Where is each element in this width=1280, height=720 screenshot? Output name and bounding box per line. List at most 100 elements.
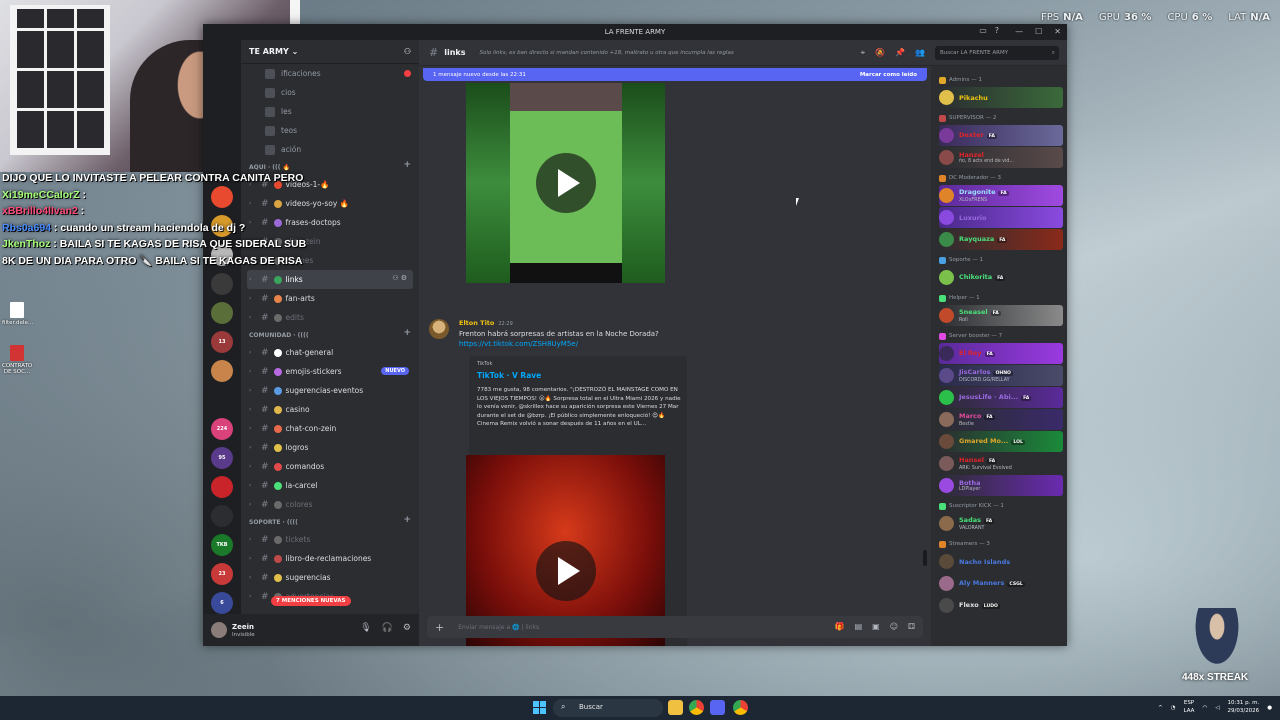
member-item[interactable]: Sadas FA VALORANT [939,513,1063,534]
channel-comandos[interactable]: › # comandos [247,457,413,476]
server-header[interactable]: TE ARMY ⌄ ⚇ [241,40,419,64]
channel-edits[interactable]: › # edits [247,308,413,327]
minimize-button[interactable]: — [1015,27,1023,36]
add-channel-icon[interactable]: + [403,328,411,338]
member-item[interactable]: Luxurio [939,207,1063,228]
member-item[interactable]: Hanzel ño, 8 acts end de vid... [939,147,1063,168]
server-icon[interactable]: 95 [211,447,233,469]
sidebar-item[interactable]: ificaciones [241,64,419,83]
channel-libro-de-reclamaciones[interactable]: › # libro-de-reclamaciones [247,549,413,568]
search-input[interactable]: Buscar LA FRENTE ARMY ⌕ [935,45,1059,60]
member-item[interactable]: El Rey FA [939,343,1063,364]
members-icon[interactable]: 👥 [915,48,925,58]
embed-title[interactable]: TikTok · V Rave [477,371,541,380]
chevron-up-icon[interactable]: ^ [1158,705,1163,711]
channel-links[interactable]: › # links ⚇ ⚙ [247,270,413,289]
inbox-icon[interactable]: ▭ [979,26,987,35]
channel-casino[interactable]: › # casino [247,400,413,419]
sticker-icon[interactable]: ▣ [872,622,880,631]
desktop-pdf-icon[interactable]: CONTRATO DE SOC... [2,345,32,375]
member-item[interactable]: Flexo LUDO [939,595,1063,616]
microphone-icon[interactable]: 🎙 [360,623,371,633]
server-icon[interactable] [211,389,233,411]
volume-icon[interactable]: ◁ [1215,705,1219,711]
add-attachment-icon[interactable]: + [435,621,444,634]
server-icon[interactable]: 13 [211,331,233,353]
sidebar-item[interactable]: ación [241,140,419,159]
apps-icon[interactable]: ⚃ [908,622,915,631]
server-icon[interactable] [211,505,233,527]
server-icon[interactable] [211,302,233,324]
member-item[interactable]: Dexter FA [939,125,1063,146]
channel-chat-general[interactable]: › # chat-general [247,343,413,362]
message-author[interactable]: Elton Tito [459,319,494,327]
member-item[interactable]: Gmared Mo... LOL [939,431,1063,452]
server-icon[interactable]: TKB [211,534,233,556]
sidebar-item[interactable]: cios [241,83,419,102]
channel-chat-con-zein[interactable]: › # chat-con-zein [247,419,413,438]
headphones-icon[interactable]: 🎧 [382,623,393,633]
channel-colores[interactable]: › # colores [247,495,413,514]
channel-emojis-stickers[interactable]: › # emojis-stickers NUEVO [247,362,413,381]
server-icon[interactable]: 224 [211,418,233,440]
channel-sugerencias[interactable]: › # sugerencias [247,568,413,587]
channel-sugerencias-eventos[interactable]: › # sugerencias-eventos [247,381,413,400]
member-item[interactable]: Dragonite FA XLOxFRENS [939,185,1063,206]
wifi-icon[interactable]: ◠ [1202,705,1207,711]
play-icon[interactable] [536,541,596,601]
taskbar-search[interactable]: ⌕ Buscar [553,699,663,717]
new-messages-bar[interactable]: 1 mensaje nuevo desde las 22:31 Marcar c… [423,68,927,81]
member-item[interactable]: Botha LDPlayer [939,475,1063,496]
server-icon[interactable] [211,476,233,498]
language-indicator[interactable]: ESP LAA [1184,700,1195,715]
channel-tickets[interactable]: › # tickets [247,530,413,549]
threads-icon[interactable]: ⌖ [861,48,866,58]
gif-icon[interactable]: ▤ [855,622,863,631]
sidebar-item[interactable]: teos [241,121,419,140]
server-icon[interactable]: 6 [211,592,233,614]
channel-la-carcel[interactable]: › # la-carcel [247,476,413,495]
play-icon[interactable] [536,153,596,213]
author-avatar[interactable] [429,319,449,339]
notification-bell-icon[interactable]: 🔕 [875,48,885,58]
member-item[interactable]: Aly Manners CSGL [939,573,1063,594]
channel-fan-arts[interactable]: › # fan-arts [247,289,413,308]
member-item[interactable]: JisCarlos OHNO DISCORD.GG/RELLAY [939,365,1063,386]
pin-icon[interactable]: 📌 [895,48,905,58]
file-explorer-icon[interactable] [668,700,683,715]
channel-category[interactable]: SOPORTE · ((((+ [241,514,419,530]
member-item[interactable]: Chikorita FA [939,267,1063,288]
close-button[interactable]: ✕ [1054,27,1061,36]
server-icon[interactable] [211,273,233,295]
member-item[interactable]: Nacho Islands [939,551,1063,572]
member-item[interactable]: Sneasel FA Roll [939,305,1063,326]
message-composer[interactable]: + Enviar mensaje a 🌐 | links 🎁 ▤ ▣ ☺ ⚃ [427,616,923,638]
server-icon[interactable] [211,360,233,382]
sidebar-item[interactable]: les [241,102,419,121]
clock[interactable]: 10:31 p. m. 29/03/2026 [1227,700,1259,715]
settings-gear-icon[interactable]: ⚙ [403,623,411,633]
member-item[interactable]: Hansel FA ARK: Survival Evolved [939,453,1063,474]
avatar[interactable] [211,622,227,638]
invite-icon[interactable]: ⚇ [404,47,411,56]
chrome-icon[interactable] [733,700,748,715]
message-link[interactable]: https://vt.tiktok.com/ZSH8UyM5e/ [459,339,899,349]
member-item[interactable]: Marco FA Bestie [939,409,1063,430]
help-icon[interactable]: ? [995,26,999,35]
member-item[interactable]: JesusLife · Abi... FA [939,387,1063,408]
channel-topic[interactable]: Solo links, es ban directo si mandan con… [479,50,733,56]
channel-category[interactable]: COMUNIDAD · ((((+ [241,327,419,343]
add-channel-icon[interactable]: + [403,515,411,525]
channel-settings-icon[interactable]: ⚇ ⚙ [392,274,407,282]
member-item[interactable]: Rayquaza FA [939,229,1063,250]
scrollbar[interactable] [923,550,927,566]
discord-icon[interactable] [710,700,725,715]
gift-icon[interactable]: 🎁 [835,622,845,631]
mark-as-read-button[interactable]: Marcar como leído [860,72,917,78]
new-mentions-pill[interactable]: 7 MENCIONES NUEVAS [271,596,351,606]
chrome-icon[interactable] [689,700,704,715]
emoji-icon[interactable]: ☺ [890,622,898,631]
maximize-button[interactable]: ☐ [1035,27,1042,36]
channel-logros[interactable]: › # logros [247,438,413,457]
windows-start-icon[interactable] [533,701,546,714]
